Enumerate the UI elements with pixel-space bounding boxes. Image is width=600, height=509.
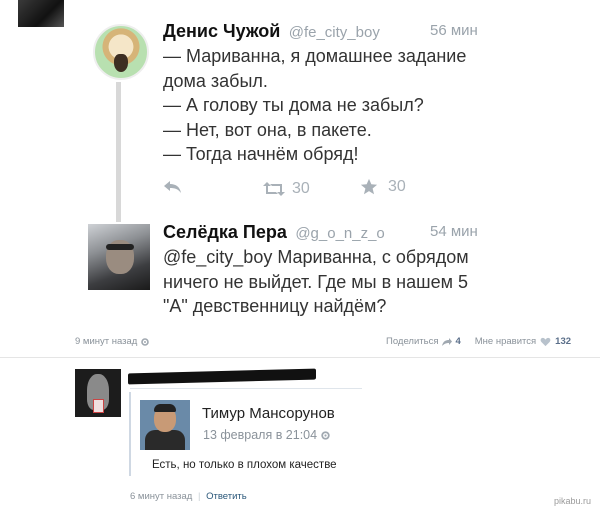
thread-line <box>116 82 121 222</box>
commenter-avatar[interactable] <box>75 369 121 417</box>
tweet-avatar-seledka[interactable] <box>88 224 150 290</box>
like-label[interactable]: Мне нравится <box>475 336 536 347</box>
tweet-author-name[interactable]: Селёдка Пера <box>163 222 287 242</box>
tweet-line: — А голову ты дома не забыл? <box>163 95 424 115</box>
tweet-line: — Мариванна, я домашнее задание <box>163 46 467 66</box>
favorite-button[interactable]: 30 <box>360 178 406 196</box>
tweet-line: дома забыл. <box>163 70 268 91</box>
share-icon[interactable] <box>441 337 453 347</box>
tweet-author-handle[interactable]: @g_o_n_z_o <box>295 225 384 242</box>
share-count: 4 <box>455 336 461 347</box>
tweet-author-handle[interactable]: @fe_city_boy <box>289 24 380 41</box>
post-timestamp[interactable]: 9 минут назад <box>75 336 150 347</box>
share-label[interactable]: Поделиться <box>386 336 438 347</box>
tweet-line: — Нет, вот она, в пакете. <box>163 119 372 140</box>
reply-text: Есть, но только в плохом качестве <box>152 459 337 471</box>
footer-separator: | <box>198 491 201 502</box>
tweet-line: @fe_city_boy Мариванна, с обрядом <box>163 247 469 267</box>
divider <box>0 357 600 358</box>
redacted-name <box>128 368 316 385</box>
heart-icon[interactable] <box>540 337 551 347</box>
reply-date-row[interactable]: 13 февраля в 21:04 <box>203 428 331 442</box>
gear-icon <box>321 430 330 440</box>
tweet-line: ничего не выйдет. Где мы в нашем 5 <box>163 271 468 292</box>
post-time: 9 минут назад <box>75 336 138 347</box>
reply-icon <box>164 181 181 193</box>
quote-bar <box>129 392 131 476</box>
favorite-count: 30 <box>388 178 406 195</box>
tweet-text: @fe_city_boy Мариванна, с обрядом ничего… <box>163 245 469 319</box>
gear-icon <box>141 337 150 346</box>
tweet-time[interactable]: 56 мин <box>430 22 478 39</box>
tweet-header: Денис Чужой @fe_city_boy <box>163 21 380 42</box>
quote-separator <box>130 388 362 389</box>
like-count: 132 <box>555 336 572 347</box>
reply-button[interactable] <box>163 180 183 194</box>
star-icon <box>360 178 378 195</box>
reply-date: 13 февраля в 21:04 <box>203 428 318 442</box>
reply-link[interactable]: Ответить <box>206 491 247 502</box>
tweet-time[interactable]: 54 мин <box>430 223 478 240</box>
comment-footer: 6 минут назад | Ответить <box>130 491 247 502</box>
reply-author-name[interactable]: Тимур Мансорунов <box>202 405 335 422</box>
tweet-avatar-denis[interactable] <box>93 24 149 80</box>
user-avatar-top[interactable] <box>18 0 64 27</box>
tweet-header: Селёдка Пера @g_o_n_z_o <box>163 222 385 243</box>
tweet-line: — Тогда начнём обряд! <box>163 144 359 164</box>
retweet-icon <box>263 182 285 196</box>
retweet-count: 30 <box>292 180 310 197</box>
post-stats: Поделиться 4 Мне нравится 132 <box>386 336 571 347</box>
reply-avatar[interactable] <box>140 400 190 450</box>
tweet-line: "А" девственницу найдём? <box>163 296 387 316</box>
tweet-author-name[interactable]: Денис Чужой <box>163 21 280 41</box>
retweet-button[interactable]: 30 <box>262 180 310 198</box>
watermark: pikabu.ru <box>554 496 592 506</box>
comment-time[interactable]: 6 минут назад <box>130 491 192 502</box>
tweet-text: — Мариванна, я домашнее задание дома заб… <box>163 44 466 167</box>
